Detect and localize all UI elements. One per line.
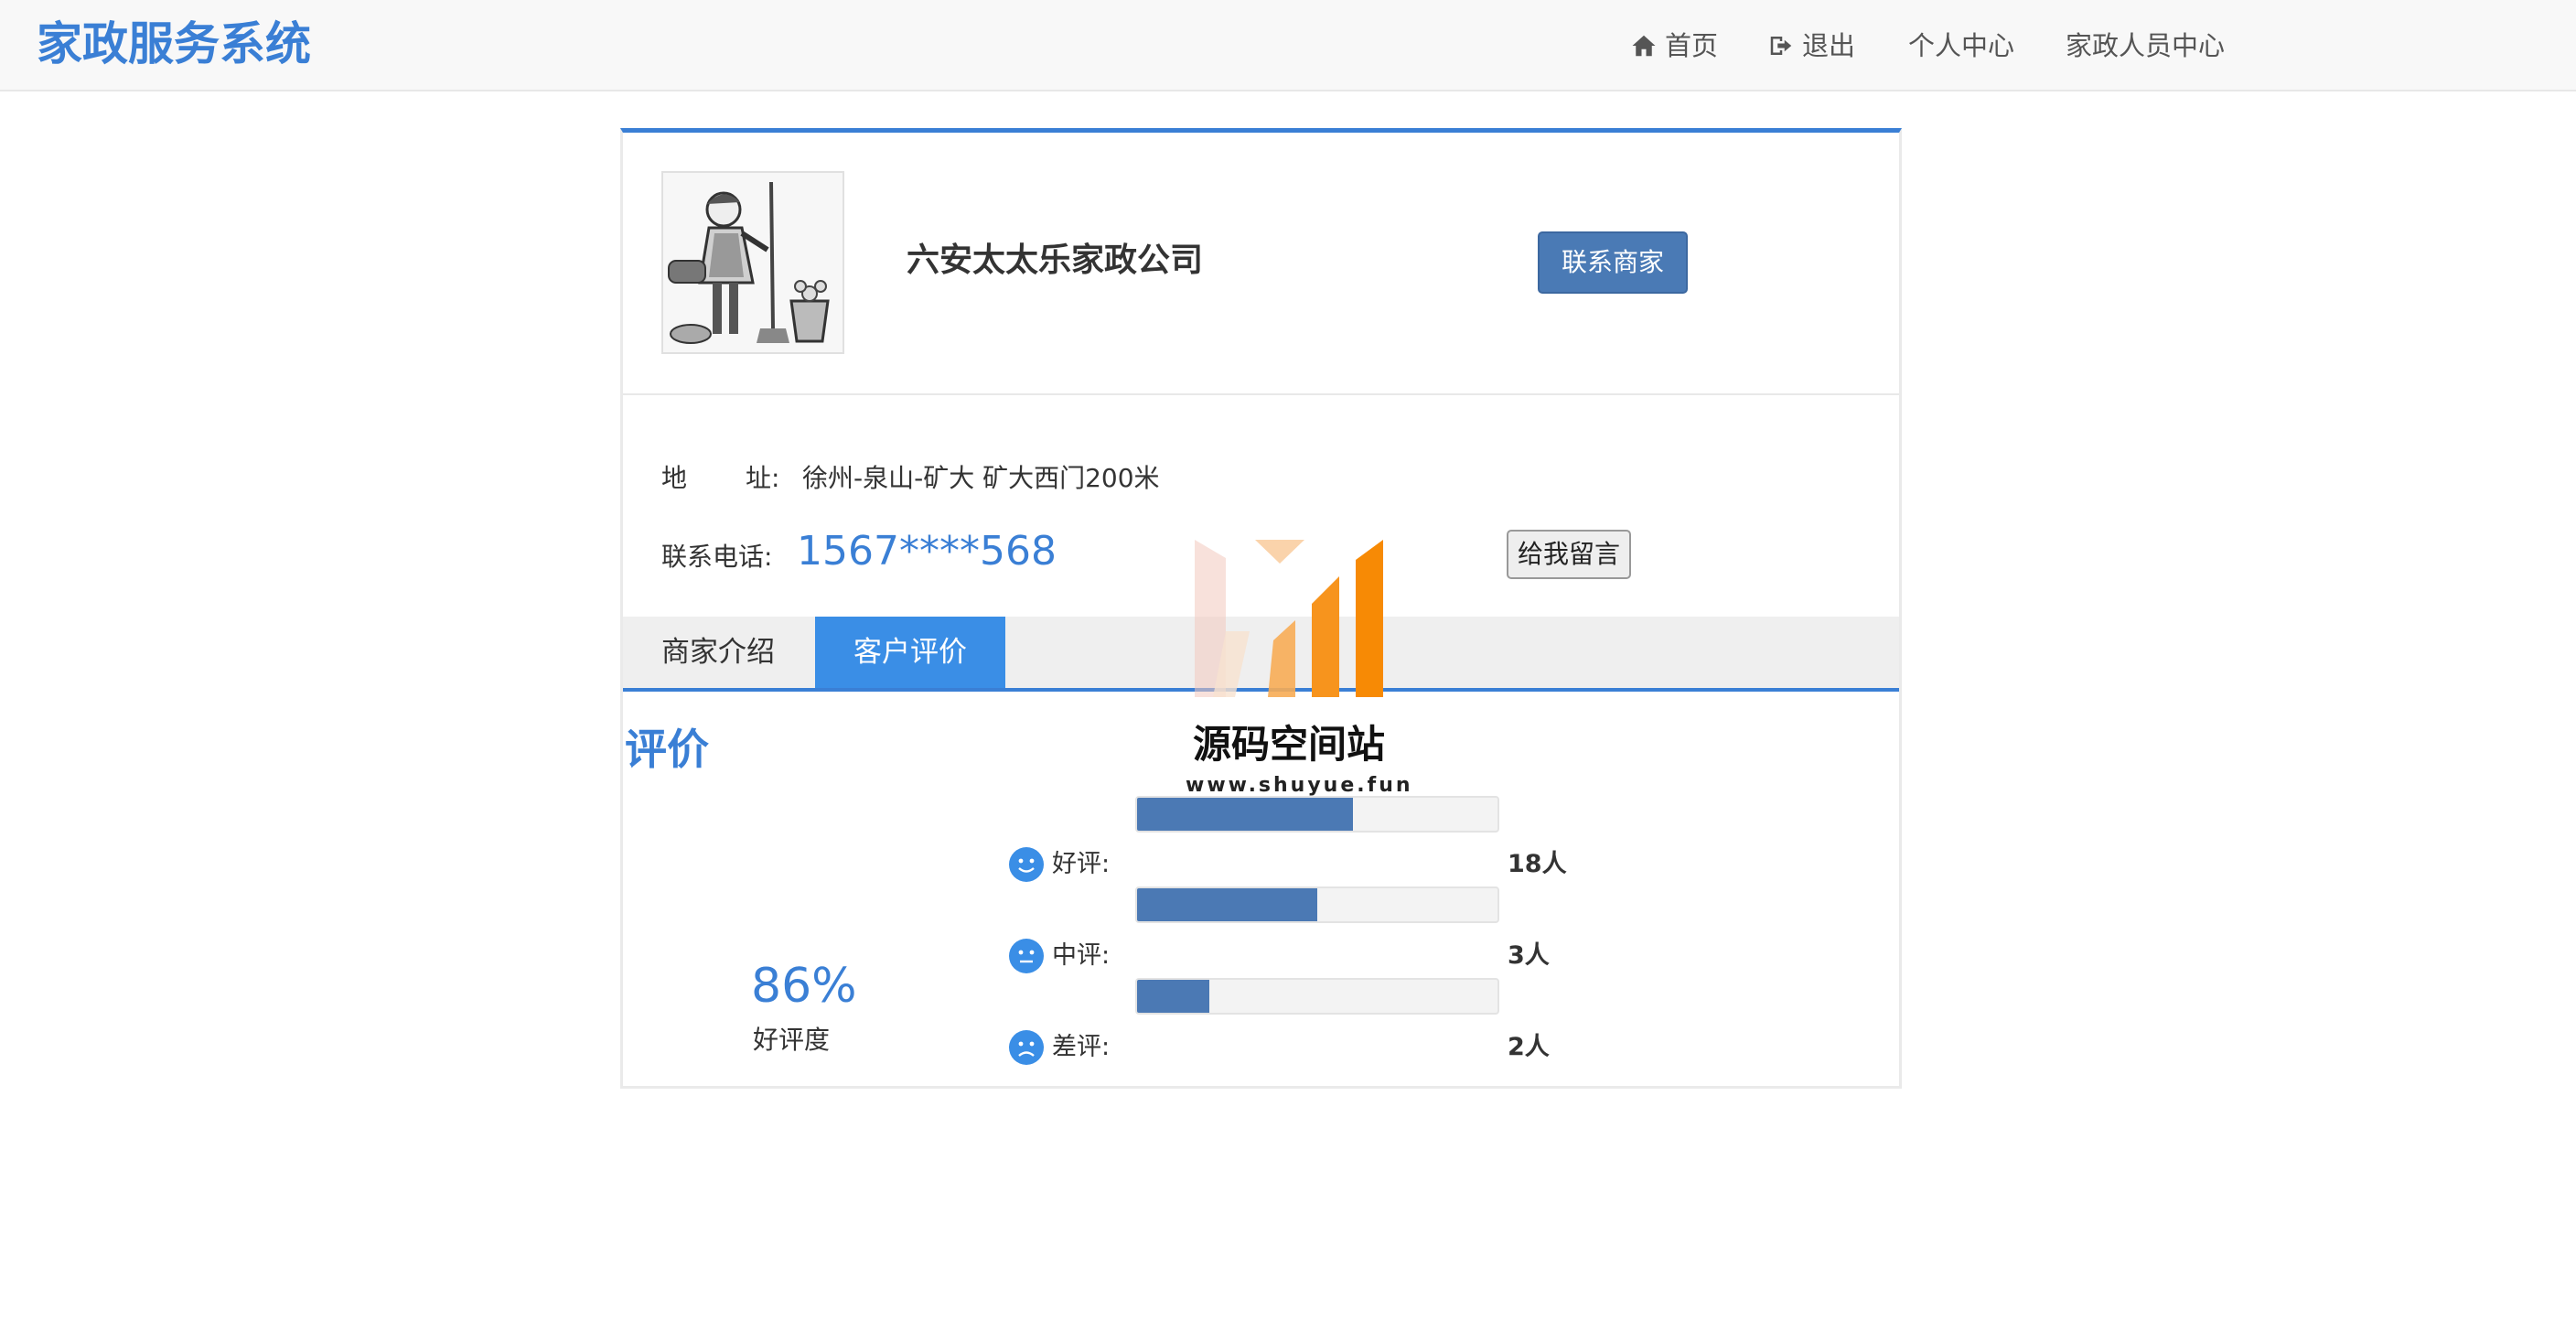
section-divider (623, 393, 1899, 395)
housekeeper-illustration (663, 173, 843, 352)
nav-home-link[interactable]: 首页 (1630, 27, 1718, 64)
positive-bar-fill (1137, 798, 1354, 831)
negative-count: 2人 (1508, 1033, 1550, 1061)
nav-profile-link[interactable]: 个人中心 (1908, 27, 2014, 64)
positive-count: 18人 (1508, 850, 1567, 878)
home-icon (1632, 35, 1656, 57)
phone-value: 1567****568 (797, 528, 1057, 575)
neutral-bar-fill (1137, 888, 1317, 921)
watermark-url: www.shuyue.fun (1186, 774, 1413, 797)
neutral-bar (1135, 886, 1499, 923)
nav-home-label: 首页 (1665, 30, 1719, 61)
positive-label: 好评: (1052, 850, 1111, 878)
company-name: 六安太太乐家政公司 (907, 242, 1204, 279)
tab-customer-reviews[interactable]: 客户评价 (815, 617, 1005, 688)
nav-profile-label: 个人中心 (1908, 30, 2015, 61)
watermark-logo (1195, 540, 1383, 697)
positive-rate-value: 86% (751, 959, 857, 1014)
top-navbar: 家政服务系统 首页 退出 个人中心 家政人员中心 (0, 0, 2576, 91)
nav-logout-link[interactable]: 退出 (1767, 27, 1855, 64)
nav-logout-label: 退出 (1802, 30, 1856, 61)
tab-merchant-intro[interactable]: 商家介绍 (623, 617, 813, 688)
merchant-logo (661, 171, 844, 354)
nav-staff-center-label: 家政人员中心 (2066, 30, 2226, 61)
negative-label: 差评: (1052, 1033, 1111, 1061)
address-value: 徐州-泉山-矿大 矿大西门200米 (802, 463, 1160, 493)
positive-bar (1135, 796, 1499, 833)
smile-icon (1009, 847, 1044, 882)
phone-label: 联系电话: (661, 542, 773, 572)
address-label-part2: 址: (746, 463, 780, 493)
address-label-part1: 地 (661, 463, 688, 493)
negative-bar (1135, 978, 1499, 1015)
negative-bar-fill (1137, 980, 1209, 1013)
contact-merchant-button[interactable]: 联系商家 (1538, 231, 1688, 294)
neutral-label: 中评: (1052, 941, 1111, 970)
neutral-count: 3人 (1508, 941, 1550, 970)
positive-rate-label: 好评度 (753, 1025, 831, 1055)
frown-icon (1009, 1030, 1044, 1065)
neutral-face-icon (1009, 939, 1044, 973)
logout-icon (1770, 37, 1792, 55)
leave-message-button[interactable]: 给我留言 (1507, 530, 1631, 579)
watermark-title: 源码空间站 (1192, 722, 1385, 767)
brand-title[interactable]: 家政服务系统 (37, 15, 311, 73)
reviews-heading: 评价 (625, 725, 709, 774)
nav-staff-center-link[interactable]: 家政人员中心 (2066, 27, 2225, 64)
